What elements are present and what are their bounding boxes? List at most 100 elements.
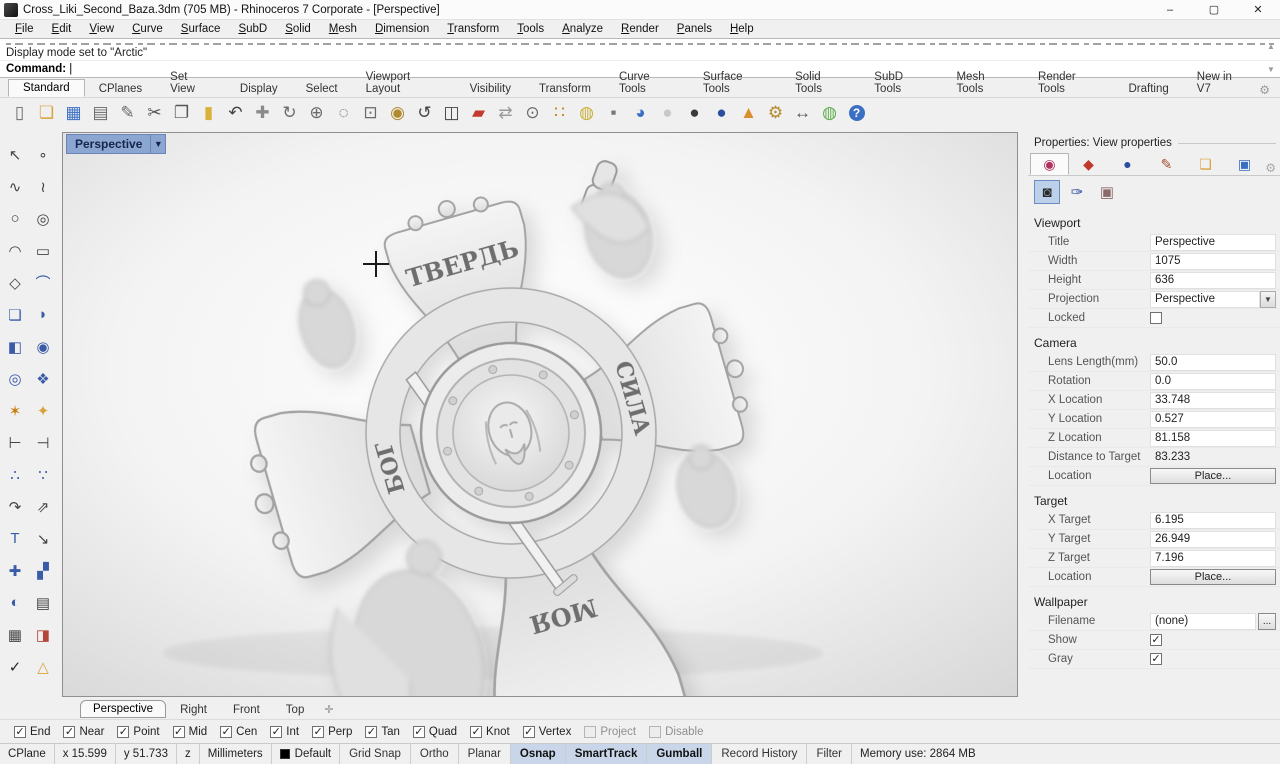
split-icon[interactable]: ⊣ [30, 428, 56, 457]
circle-center-icon[interactable]: ⊙ [519, 100, 546, 126]
panel-settings-gear-icon[interactable]: ⚙ [1265, 161, 1276, 175]
paste-icon[interactable]: ▮ [195, 100, 222, 126]
help-icon[interactable]: ? [843, 100, 870, 126]
control-point-curve-icon[interactable]: ≀ [30, 172, 56, 201]
edit-note-icon[interactable]: ✎ [114, 100, 141, 126]
cplane-icon[interactable]: ∷ [546, 100, 573, 126]
filename-field[interactable]: (none) [1150, 613, 1256, 630]
earth-render-icon[interactable]: ◍ [816, 100, 843, 126]
display-mode-icon[interactable]: ▰ [465, 100, 492, 126]
x-coordinate-cell[interactable]: x 15.599 [55, 744, 116, 764]
menu-view[interactable]: View [80, 22, 123, 36]
extract-icon[interactable]: ✦ [30, 396, 56, 425]
ellipse-icon[interactable]: ◎ [30, 204, 56, 233]
osnap-int-checkbox[interactable]: ✓ [270, 726, 282, 738]
status-toggle-osnap[interactable]: Osnap [511, 744, 566, 764]
viewport-tab-top[interactable]: Top [274, 702, 317, 718]
locked-checkbox[interactable] [1150, 312, 1162, 324]
toolbar-tab-display[interactable]: Display [226, 81, 292, 97]
zoom-in-icon[interactable]: ⊕ [303, 100, 330, 126]
toolbar-tab-cplanes[interactable]: CPlanes [85, 81, 156, 97]
x-location-field[interactable]: 33.748 [1150, 392, 1276, 409]
menu-tools[interactable]: Tools [508, 22, 553, 36]
layers-flat-icon[interactable]: ▤ [30, 588, 56, 617]
command-scrollbar[interactable]: ▲▼ [1265, 42, 1277, 74]
osnap-point-checkbox[interactable]: ✓ [117, 726, 129, 738]
undo-icon[interactable]: ↶ [222, 100, 249, 126]
circle-icon[interactable]: ○ [2, 204, 28, 233]
toolbar-tab-standard[interactable]: Standard [8, 79, 85, 97]
zoom-selected-icon[interactable]: ◉ [384, 100, 411, 126]
osnap-quad[interactable]: ✓Quad [413, 726, 457, 738]
cplane-cell[interactable]: CPlane [0, 744, 55, 764]
polygon-icon[interactable]: ◇ [2, 268, 28, 297]
status-toggle-record-history[interactable]: Record History [712, 744, 807, 764]
toolbar-tab-select[interactable]: Select [292, 81, 352, 97]
undo-view-icon[interactable]: ↺ [411, 100, 438, 126]
zoom-extents-icon[interactable]: ⊡ [357, 100, 384, 126]
notes-tab[interactable]: ✎ [1147, 153, 1186, 175]
menu-help[interactable]: Help [721, 22, 763, 36]
gears-icon[interactable]: ⚙ [762, 100, 789, 126]
browse-button[interactable]: ... [1258, 613, 1276, 630]
open-folder-icon[interactable]: ❏ [33, 100, 60, 126]
toolbar-tab-surface-tools[interactable]: Surface Tools [689, 69, 781, 97]
lock-icon[interactable]: ▪ [600, 100, 627, 126]
perspective-viewport[interactable]: ТВЕРДЬ БОГ СИЛА МОЯ Perspective ▼ [62, 132, 1018, 697]
layers-tab[interactable]: ◆ [1069, 153, 1108, 175]
osnap-tan-checkbox[interactable]: ✓ [365, 726, 377, 738]
osnap-int[interactable]: ✓Int [270, 726, 299, 738]
target-place-button[interactable]: Place... [1150, 569, 1276, 585]
block-icon[interactable]: ◨ [30, 620, 56, 649]
menu-file[interactable]: File [6, 22, 43, 36]
pan-icon[interactable]: ✚ [249, 100, 276, 126]
viewport-properties-tool[interactable]: ◙ [1034, 180, 1060, 204]
lens-length-mm-field[interactable]: 50.0 [1150, 354, 1276, 371]
join-check-icon[interactable]: ✓ [2, 652, 28, 681]
z-target-field[interactable]: 7.196 [1150, 550, 1276, 567]
osnap-cen-checkbox[interactable]: ✓ [220, 726, 232, 738]
trim-icon[interactable]: ⊢ [2, 428, 28, 457]
gumball-tool[interactable]: ✑ [1064, 180, 1090, 204]
osnap-end-checkbox[interactable]: ✓ [14, 726, 26, 738]
visibility-icon[interactable]: ◐ [2, 588, 28, 617]
osnap-perp-checkbox[interactable]: ✓ [312, 726, 324, 738]
save-icon[interactable]: ▦ [60, 100, 87, 126]
osnap-mid-checkbox[interactable]: ✓ [173, 726, 185, 738]
minimize-button[interactable]: – [1148, 0, 1192, 20]
close-button[interactable]: ✕ [1236, 0, 1280, 20]
viewport-tab-perspective[interactable]: Perspective [80, 700, 166, 718]
display-tab[interactable]: ● [1108, 153, 1147, 175]
polyline-icon[interactable]: ∿ [2, 172, 28, 201]
mesh-cone-icon[interactable]: △ [30, 652, 56, 681]
z-coordinate-cell[interactable]: z [177, 744, 200, 764]
rectangle-icon[interactable]: ▭ [30, 236, 56, 265]
shaded-mode-icon[interactable]: ◕ [627, 100, 654, 126]
arc-icon[interactable]: ◠ [2, 236, 28, 265]
status-toggle-grid-snap[interactable]: Grid Snap [340, 744, 411, 764]
title-field[interactable]: Perspective [1150, 234, 1276, 251]
menu-render[interactable]: Render [612, 22, 668, 36]
viewport-tab-right[interactable]: Right [168, 702, 219, 718]
rotate-2d-icon[interactable]: ↷ [2, 492, 28, 521]
maximize-button[interactable]: ▢ [1192, 0, 1236, 20]
pane-splitter-icon[interactable]: ✛ [318, 701, 339, 718]
osnap-knot[interactable]: ✓Knot [470, 726, 510, 738]
explode-icon[interactable]: ✶ [2, 396, 28, 425]
osnap-disable[interactable]: Disable [649, 726, 703, 738]
sphere-black-icon[interactable]: ● [681, 100, 708, 126]
chevron-down-icon[interactable]: ▼ [1260, 291, 1276, 308]
menu-surface[interactable]: Surface [172, 22, 230, 36]
toolbar-tab-subd-tools[interactable]: SubD Tools [860, 69, 942, 97]
menu-dimension[interactable]: Dimension [366, 22, 438, 36]
menu-curve[interactable]: Curve [123, 22, 172, 36]
osnap-project-checkbox[interactable] [584, 726, 596, 738]
copy-object-icon[interactable]: ▞ [30, 556, 56, 585]
menu-solid[interactable]: Solid [276, 22, 320, 36]
toolbar-tab-solid-tools[interactable]: Solid Tools [781, 69, 860, 97]
leader-icon[interactable]: ↘ [30, 524, 56, 553]
projection-select[interactable]: Perspective [1150, 291, 1260, 308]
height-field[interactable]: 636 [1150, 272, 1276, 289]
sphere-blue-icon[interactable]: ● [708, 100, 735, 126]
circle-points-icon[interactable]: ∵ [30, 460, 56, 489]
